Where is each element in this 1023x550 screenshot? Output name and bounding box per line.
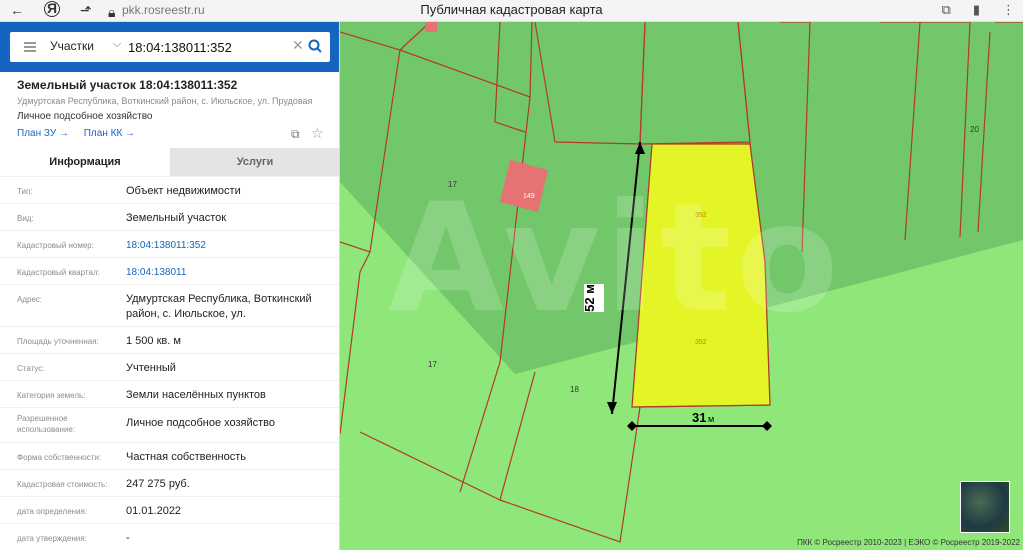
info-row: Форма собственности: Частная собственнос…: [0, 442, 339, 469]
info-value: Земли населённых пунктов: [126, 389, 266, 401]
info-row: Адрес: Удмуртская Республика, Воткинский…: [0, 284, 339, 326]
tab-services[interactable]: Услуги: [170, 148, 339, 176]
yandex-icon[interactable]: Я: [44, 1, 60, 17]
tab-information[interactable]: Информация: [0, 148, 170, 176]
map-copyright: ПКК © Росреестр 2010-2023 | ЕЭКО © Росре…: [797, 538, 1020, 547]
parcel-use: Личное подсобное хозяйство: [17, 111, 153, 122]
chevron-down-icon[interactable]: ⌵: [113, 38, 121, 51]
info-value: Земельный участок: [126, 212, 227, 224]
menu-burger-icon[interactable]: [24, 42, 36, 52]
lock-icon: 🔒︎: [108, 4, 116, 20]
watermark: Avito: [388, 172, 843, 346]
search-input[interactable]: [128, 36, 288, 58]
info-panel: Участки ⌵ ✕ ‹ Земельный участок 18:04:13…: [0, 22, 340, 550]
parcel-number: 17: [428, 360, 437, 369]
minimap-thumbnail[interactable]: [960, 481, 1010, 533]
search-icon[interactable]: [308, 39, 322, 53]
info-row: Кадастровый номер: 18:04:138011:352: [0, 230, 339, 257]
close-icon[interactable]: ✕: [292, 37, 304, 54]
back-icon[interactable]: ←: [10, 2, 24, 18]
info-label: дата утверждения:: [17, 534, 87, 543]
info-value: Частная собственность: [126, 451, 247, 463]
info-value: Личное подсобное хозяйство: [126, 417, 276, 429]
search-bar: Участки ⌵ ✕ ‹: [0, 22, 339, 72]
info-label: Площадь уточненная:: [17, 337, 99, 346]
info-label: Адрес:: [17, 295, 43, 304]
info-row: Вид: Земельный участок: [0, 203, 339, 230]
browser-toolbar: ← Я ⬏ 🔒︎ pkk.rosreestr.ru Публичная када…: [0, 0, 1023, 22]
horizontal-measure-value: 31: [692, 410, 706, 425]
share-icon[interactable]: ⬏: [80, 2, 92, 19]
menu-icon[interactable]: ⋮: [1002, 2, 1015, 18]
info-label: Статус:: [17, 364, 45, 373]
info-value: Учтенный: [126, 362, 176, 374]
info-label: Кадастровый квартал:: [17, 268, 100, 277]
info-label: Тип:: [17, 187, 33, 196]
info-label: Форма собственности:: [17, 453, 102, 462]
info-row: Разрешенное использование: Личное подсоб…: [0, 407, 339, 442]
parcel-title: Земельный участок 18:04:138011:352: [17, 78, 238, 92]
info-label: Кадастровая стоимость:: [17, 480, 108, 489]
translate-icon[interactable]: ⧉: [942, 2, 951, 18]
cadastral-map[interactable]: 52 м 31 м 17 17 18 20 149 352 352 Avito …: [340, 22, 1023, 550]
search-box: Участки ⌵ ✕: [10, 32, 330, 62]
info-value: -: [126, 532, 130, 544]
info-row: Категория земель: Земли населённых пункт…: [0, 380, 339, 407]
info-label: Вид:: [17, 214, 34, 223]
star-icon[interactable]: ☆: [311, 125, 324, 142]
building: [425, 22, 437, 32]
info-value: Объект недвижимости: [126, 185, 241, 197]
info-row: Тип: Объект недвижимости: [0, 176, 339, 203]
cadastral-number-link[interactable]: 18:04:138011:352: [126, 238, 326, 253]
parcel-number: 20: [970, 125, 979, 134]
bookmark-icon[interactable]: ▮: [973, 2, 980, 18]
info-label: Категория земель:: [17, 391, 86, 400]
address-bar[interactable]: pkk.rosreestr.ru: [122, 3, 205, 17]
parcel-address: Удмуртская Республика, Воткинский район,…: [17, 96, 313, 106]
info-row: Площадь уточненная: 1 500 кв. м: [0, 326, 339, 353]
info-value: 01.01.2022: [126, 505, 182, 517]
plan-zu-link[interactable]: План ЗУ →: [17, 128, 69, 139]
info-label: Кадастровый номер:: [17, 241, 94, 250]
info-row: Кадастровая стоимость: 247 275 руб.: [0, 469, 339, 496]
info-row: Кадастровый квартал: 18:04:138011: [0, 257, 339, 284]
info-value: Удмуртская Республика, Воткинский район,…: [126, 293, 312, 320]
cadastral-quarter-link[interactable]: 18:04:138011: [126, 265, 326, 280]
info-label: дата определения:: [17, 507, 88, 516]
info-value: 1 500 кв. м: [126, 335, 181, 347]
category-select[interactable]: Участки: [50, 39, 94, 53]
info-label: Разрешенное использование:: [17, 414, 76, 434]
info-value: 247 275 руб.: [126, 478, 190, 490]
show-on-map-icon[interactable]: ⧉: [291, 127, 300, 142]
info-row: дата определения: 01.01.2022: [0, 496, 339, 523]
info-row: Статус: Учтенный: [0, 353, 339, 380]
parcel-number: 18: [570, 385, 579, 394]
plan-kk-link[interactable]: План КК →: [84, 128, 135, 139]
horizontal-measure-unit: м: [708, 414, 714, 424]
info-row: дата утверждения: -: [0, 523, 339, 550]
